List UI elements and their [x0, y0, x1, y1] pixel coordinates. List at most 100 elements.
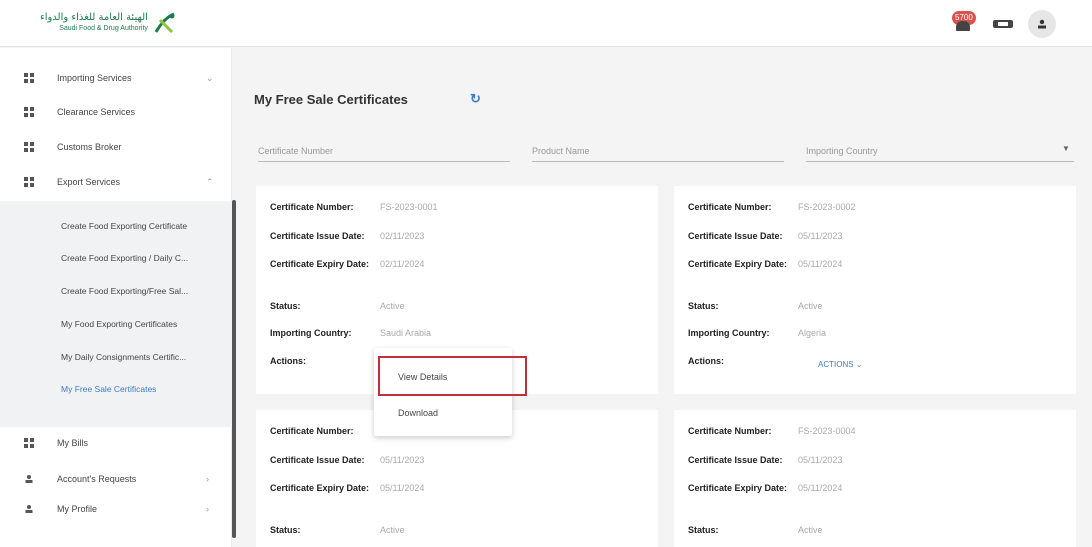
sidebar-item-my-profile[interactable]: My Profile ›	[0, 492, 228, 526]
product-name-filter[interactable]	[532, 140, 784, 162]
field-label: Status:	[688, 525, 719, 535]
menu-item-label: Download	[398, 408, 439, 418]
card-row: Actions:	[688, 356, 798, 367]
chevron-right-icon: ›	[206, 504, 209, 514]
top-icons: 5700	[952, 10, 1056, 38]
certificate-card: Certificate Number: FS-2023-0004 Certific…	[674, 410, 1076, 547]
actions-dropdown-button[interactable]: ACTIONS ⌄	[818, 360, 862, 369]
field-label: Certificate Issue Date:	[270, 455, 365, 465]
field-label: Certificate Number:	[688, 202, 772, 212]
refresh-icon[interactable]: ↻	[470, 91, 481, 107]
field-label: Certificate Expiry Date:	[270, 483, 370, 493]
sidebar-item-clearance-services[interactable]: Clearance Services	[0, 95, 228, 129]
logo-english: Saudi Food & Drug Authority	[59, 25, 148, 32]
field-label: Certificate Expiry Date:	[688, 483, 788, 493]
expiry-date-value: 05/11/2024	[798, 259, 843, 269]
highlight-box	[378, 356, 527, 396]
expiry-date-value: 05/11/2024	[380, 483, 425, 493]
menu-item-download[interactable]: Download	[374, 396, 512, 430]
sidebar-item-label: Account's Requests	[57, 474, 137, 484]
status-value: Active	[798, 301, 823, 311]
country-value: Saudi Arabia	[380, 328, 432, 338]
grid-icon	[24, 177, 34, 187]
field-label: Certificate Expiry Date:	[688, 259, 788, 269]
main-content: My Free Sale Certificates ↻ ▼ Certificat…	[240, 48, 1092, 547]
grid-icon	[24, 107, 34, 117]
person-icon	[25, 505, 33, 513]
importing-country-select[interactable]	[806, 140, 1074, 162]
sidebar-subitem-create-food-exporting-daily[interactable]: Create Food Exporting / Daily C...	[61, 253, 188, 263]
sidebar-item-label: Clearance Services	[57, 107, 136, 117]
sidebar-subitem-my-food-exporting-certificates[interactable]: My Food Exporting Certificates	[61, 319, 177, 329]
sidebar-item-label: My Bills	[57, 438, 88, 448]
card-row: Certificate Expiry Date: 05/11/2024	[688, 483, 842, 494]
sidebar-subitem-my-daily-consignments[interactable]: My Daily Consignments Certific...	[61, 352, 186, 362]
sidebar-subitem-create-food-exporting-free-sale[interactable]: Create Food Exporting/Free Sal...	[61, 286, 188, 296]
sidebar-item-label: My Profile	[57, 504, 98, 514]
person-icon	[25, 475, 33, 483]
logo-text: الهيئة العامة للغذاء والدواء Saudi Food …	[40, 12, 148, 34]
sidebar-item-export-services[interactable]: Export Services ⌃	[0, 165, 228, 199]
sidebar-subitem-my-free-sale-certificates[interactable]: My Free Sale Certificates	[61, 384, 156, 394]
card-row: Certificate Expiry Date: 05/11/2024	[270, 483, 424, 494]
issue-date-value: 05/11/2023	[380, 455, 425, 465]
field-label: Actions:	[270, 356, 306, 366]
card-row: Importing Country: Saudi Arabia	[270, 328, 431, 339]
sidebar-subitem-create-food-exporting-certificate[interactable]: Create Food Exporting Certificate	[61, 221, 187, 231]
card-row: Status: Active	[270, 301, 405, 312]
chevron-down-icon: ⌄	[206, 72, 214, 83]
sfda-logo[interactable]: الهيئة العامة للغذاء والدواء Saudi Food …	[40, 10, 178, 36]
notification-button[interactable]: 5700	[952, 11, 978, 37]
issue-date-value: 02/11/2023	[380, 231, 425, 241]
sidebar-item-importing-services[interactable]: Importing Services ⌄	[0, 61, 228, 95]
card-row: Certificate Issue Date: 05/11/2023	[688, 231, 842, 242]
status-value: Active	[380, 525, 405, 535]
card-row: Certificate Number: FS-2023-0001	[270, 202, 438, 213]
user-icon	[1038, 19, 1046, 29]
certificate-number-filter[interactable]	[258, 140, 510, 162]
field-label: Importing Country:	[688, 328, 770, 338]
user-avatar-button[interactable]	[1028, 10, 1056, 38]
field-label: Certificate Number:	[688, 426, 772, 436]
sidebar-item-accounts-requests[interactable]: Account's Requests ›	[0, 462, 228, 496]
certificate-card: Certificate Number: FS-2023-0002 Certific…	[674, 186, 1076, 394]
field-label: Importing Country:	[270, 328, 352, 338]
field-label: Certificate Number:	[270, 202, 354, 212]
card-row: Certificate Issue Date: 05/11/2023	[688, 455, 842, 466]
sidebar-item-label: Export Services	[57, 177, 121, 187]
grid-icon	[24, 142, 34, 152]
logo-mark-icon	[154, 12, 175, 34]
chevron-right-icon: ›	[206, 474, 209, 484]
card-row: Certificate Issue Date: 02/11/2023	[270, 231, 424, 242]
bell-icon	[956, 21, 970, 31]
sidebar-scrollbar[interactable]	[232, 200, 236, 538]
dropdown-arrow-icon: ▼	[1062, 144, 1070, 153]
card-row: Certificate Number:	[270, 426, 380, 437]
field-label: Status:	[270, 525, 301, 535]
field-label: Certificate Expiry Date:	[270, 259, 370, 269]
logo-arabic: الهيئة العامة للغذاء والدواء	[40, 12, 148, 23]
status-value: Active	[798, 525, 823, 535]
sidebar-item-label: Customs Broker	[57, 142, 122, 152]
field-label: Certificate Issue Date:	[270, 231, 365, 241]
certificate-number-value: FS-2023-0001	[380, 202, 438, 212]
grid-icon	[24, 73, 34, 83]
expiry-date-value: 05/11/2024	[798, 483, 843, 493]
language-icon[interactable]	[992, 17, 1014, 31]
card-row: Certificate Issue Date: 05/11/2023	[270, 455, 424, 466]
field-label: Certificate Number:	[270, 426, 354, 436]
expiry-date-value: 02/11/2024	[380, 259, 425, 269]
sidebar-item-label: Importing Services	[57, 73, 132, 83]
certificate-number-value: FS-2023-0004	[798, 426, 856, 436]
sidebar-item-my-bills[interactable]: My Bills	[0, 426, 228, 460]
country-value: Algeria	[798, 328, 827, 338]
card-row: Certificate Expiry Date: 02/11/2024	[270, 259, 424, 270]
issue-date-value: 05/11/2023	[798, 455, 843, 465]
issue-date-value: 05/11/2023	[798, 231, 843, 241]
chevron-up-icon: ⌃	[206, 176, 214, 187]
sidebar-item-customs-broker[interactable]: Customs Broker	[0, 130, 228, 164]
field-label: Status:	[270, 301, 301, 311]
card-row: Certificate Number: FS-2023-0002	[688, 202, 856, 213]
card-row: Status: Active	[688, 525, 823, 536]
sidebar: Importing Services ⌄ Clearance Services …	[0, 48, 232, 547]
